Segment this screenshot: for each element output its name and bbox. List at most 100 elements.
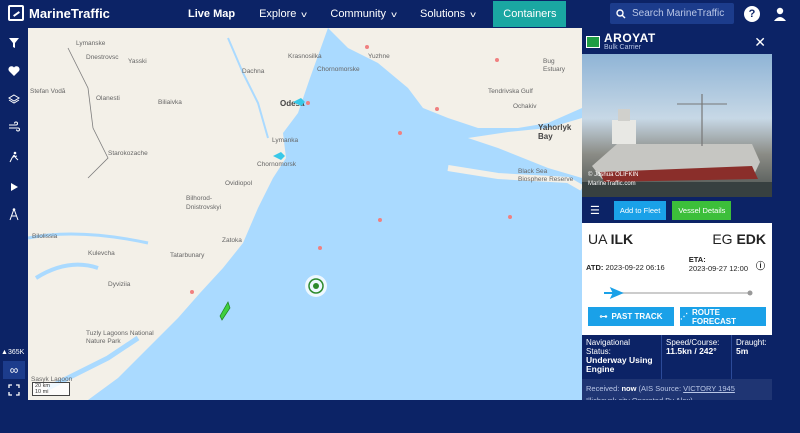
chevron-down-icon: v: [391, 9, 397, 19]
draught: Draught: 5m: [736, 338, 767, 356]
map-label: Bug Estuary: [543, 58, 566, 73]
play-icon[interactable]: [5, 180, 23, 198]
speed-course: Speed/Course: 11.5kn / 242°: [662, 335, 732, 379]
map-label: Bilhorod-Dnistrovskyi: [186, 195, 222, 211]
wind-icon[interactable]: [5, 120, 23, 138]
expand-icon[interactable]: [5, 383, 23, 401]
voyage-ports: UA ILK EG EDK: [582, 223, 772, 247]
vessel-marker[interactable]: [435, 107, 439, 111]
vessel-photo[interactable]: © Joshua OLIFKIN MarineTraffic.com: [582, 54, 772, 197]
user-icon[interactable]: [772, 6, 788, 22]
vessel-marker[interactable]: [398, 131, 402, 135]
main-nav: Live Map Explore v Community v Solutions v …: [176, 0, 567, 28]
vessel-name: AROYAT: [604, 30, 656, 45]
info-icon[interactable]: ⓘ: [756, 255, 766, 273]
map-label: Bilolissia: [32, 233, 58, 240]
brand-name: MarineTraffic: [29, 5, 110, 21]
vessel-header: AROYAT Bulk Carrier ✕: [582, 30, 772, 54]
vessel-marker[interactable]: [190, 290, 194, 294]
map-label: Lymanske: [76, 40, 106, 47]
vessel-marker[interactable]: [508, 215, 512, 219]
map-label: Stefan Vodă: [30, 88, 66, 95]
map-label: Chornomorske: [317, 66, 360, 73]
layers-icon[interactable]: [5, 92, 23, 110]
vessel-marker[interactable]: [378, 218, 382, 222]
past-track-button[interactable]: ⊶ PAST TRACK: [588, 307, 674, 326]
containers-button[interactable]: Containers: [493, 1, 567, 27]
voyage-times: ATD: 2023-09-22 06:16 ETA: 2023-09-27 12…: [586, 255, 766, 273]
map-label: Zatoka: [222, 237, 242, 244]
map-label: Krasnosilka: [288, 53, 322, 60]
track-icon: ⊶: [599, 312, 608, 321]
eta-value: 2023-09-27 12:00: [688, 264, 748, 273]
left-toolbar: ▲365K ∞: [0, 28, 28, 400]
departure-port[interactable]: UA ILK: [588, 231, 633, 247]
map-label: Tendrivska Gulf: [488, 88, 533, 95]
heart-icon[interactable]: [5, 64, 23, 82]
map-label: Black Sea Biosphere Reserve: [518, 168, 574, 183]
nav-solutions[interactable]: Solutions v: [408, 0, 487, 28]
chevron-down-icon: v: [470, 9, 477, 19]
brand-logo[interactable]: MarineTraffic: [8, 5, 110, 21]
map-scale: 20 km 10 mi: [32, 382, 70, 396]
filter-icon[interactable]: [5, 36, 23, 54]
ship-icon[interactable]: [218, 300, 232, 322]
location-icon[interactable]: [5, 208, 23, 226]
map-label: Biliaivka: [158, 99, 182, 106]
nav-live-map[interactable]: Live Map: [176, 0, 247, 28]
nav-status: Navigational Status: Underway Using Engi…: [582, 335, 662, 379]
nav-explore[interactable]: Explore v: [247, 0, 318, 28]
measure-icon[interactable]: [5, 150, 23, 168]
map-label: Kulevcha: [88, 250, 115, 257]
flag-icon: [586, 36, 600, 48]
forecast-icon: ⋰: [680, 312, 688, 321]
chevron-down-icon: v: [301, 9, 308, 19]
search-box[interactable]: [610, 3, 734, 24]
signal-icon: ▲: [1, 349, 8, 356]
map-label: Starokozache: [108, 150, 148, 157]
vessel-status: Navigational Status: Underway Using Engi…: [582, 335, 772, 379]
map-label: Ochakiv: [513, 103, 537, 110]
map-label: Dnestrovsc: [86, 54, 119, 61]
vessel-count: ▲365K: [1, 349, 25, 356]
nav-community[interactable]: Community v: [318, 0, 408, 28]
vessel-details-button[interactable]: Vessel Details: [672, 200, 732, 220]
vessel-marker[interactable]: [495, 58, 499, 62]
vessel-marker[interactable]: [306, 101, 310, 105]
map-label: Yasski: [128, 58, 147, 65]
map-label: Ovidiopol: [225, 180, 253, 187]
search-input[interactable]: [632, 8, 728, 19]
photo-site: MarineTraffic.com: [588, 181, 636, 187]
logo-icon: [8, 5, 24, 21]
map-label: Chornomorsk: [257, 161, 297, 168]
map-label: Dachna: [242, 68, 265, 75]
arrival-port[interactable]: EG EDK: [712, 231, 766, 247]
vessel-actions: ☰ Add to Fleet Vessel Details: [582, 197, 772, 223]
close-icon[interactable]: ✕: [754, 34, 766, 51]
help-icon[interactable]: ?: [744, 6, 760, 22]
map-label: Olanesti: [96, 95, 120, 102]
vessel-type: Bulk Carrier: [604, 43, 641, 51]
map-label: Tuzly Lagoons National Nature Park: [86, 330, 154, 345]
voyage-progress: [600, 279, 754, 307]
ais-source-link[interactable]: VICTORY 1945: [683, 384, 735, 393]
map-label: Yuzhne: [368, 53, 390, 60]
map-label: Tatarbunary: [170, 252, 205, 259]
menu-icon[interactable]: ☰: [590, 204, 600, 217]
add-to-fleet-button[interactable]: Add to Fleet: [613, 200, 667, 220]
ship-icon[interactable]: [272, 148, 286, 160]
vessel-marker[interactable]: [365, 45, 369, 49]
route-forecast-button[interactable]: ⋰ ROUTE FORECAST: [680, 307, 766, 326]
track-buttons: ⊶ PAST TRACK ⋰ ROUTE FORECAST: [582, 307, 772, 326]
selected-vessel-marker[interactable]: [304, 274, 328, 298]
photo-credit: © Joshua OLIFKIN: [588, 172, 639, 178]
bottom-bar: [0, 400, 800, 433]
vessel-marker[interactable]: [318, 246, 322, 250]
top-bar: MarineTraffic Live Map Explore v Communit…: [0, 0, 800, 28]
map-canvas[interactable]: Lymanske Dnestrovsc Stefan Vodă Olanesti…: [28, 28, 582, 400]
vessel-panel: AROYAT Bulk Carrier ✕ © Joshua OLIFKIN M…: [582, 30, 772, 412]
infinity-icon[interactable]: ∞: [3, 361, 25, 379]
ship-icon[interactable]: [292, 94, 306, 106]
search-icon: [616, 8, 626, 18]
map-label: Lymanka: [272, 137, 299, 144]
